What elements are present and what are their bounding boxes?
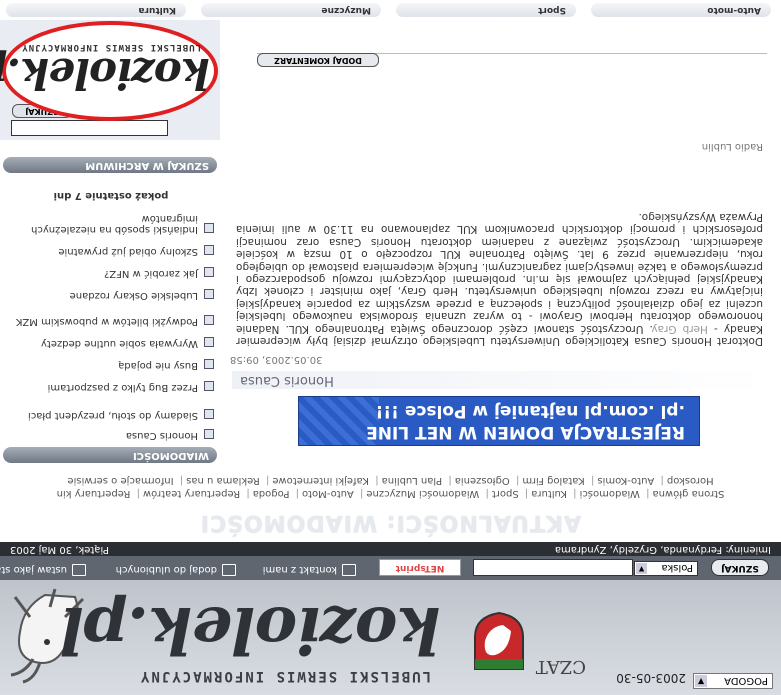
search-scope-value: Polska <box>661 562 693 573</box>
footer-link[interactable]: Katalog Firm <box>522 475 584 486</box>
domain-ad-banner[interactable]: REJESTRACJA DOMEN W NET LINE .pl .com.pl… <box>298 396 700 446</box>
sidebar-logo-subtitle: LUBELSKI SERWIS INFORMACYJNY <box>21 42 201 52</box>
list-item[interactable]: Podwyżki biletów w pubowskim MZK <box>4 315 214 327</box>
footer-link[interactable]: Repertuary kin <box>57 488 131 499</box>
archive-header: SZUKAJ W ARCHIWUM <box>3 157 217 173</box>
category-tab-muzyczne[interactable]: Muzyczne <box>201 3 381 17</box>
list-item[interactable]: Przez Bug tylko z paszportami <box>4 381 214 393</box>
footer-link[interactable]: Wiadomości <box>580 488 640 499</box>
checkbox[interactable] <box>204 337 214 347</box>
search-scope-select[interactable]: Polska ▼ <box>634 561 698 576</box>
banner-line-1: REJESTRACJA DOMEN W NET LINE <box>366 422 685 442</box>
category-tab-kultura[interactable]: Kultura <box>6 3 186 17</box>
envelope-icon <box>342 564 356 576</box>
article-text: . Uroczystość stanowi część dorocznego Ś… <box>236 210 763 335</box>
article-link[interactable]: Herb Gray <box>653 323 708 335</box>
category-tab-sport[interactable]: Sport <box>396 3 576 17</box>
show-last-7-days-link[interactable]: pokaż ostatnie 7 dni <box>6 190 216 201</box>
footer-link[interactable]: Reklama u nas <box>186 475 260 486</box>
checkbox[interactable] <box>204 223 214 233</box>
footer-link[interactable]: Pogoda <box>253 488 290 499</box>
checkbox[interactable] <box>204 245 214 255</box>
checkbox[interactable] <box>204 289 214 299</box>
house-icon <box>72 564 86 576</box>
article-body: Doktorat Honoris Causa Katolickiego Uniw… <box>236 211 763 347</box>
archive-search-input[interactable] <box>11 120 168 136</box>
article-title: Honoris Causa <box>232 371 767 389</box>
banner-line-2: .pl .com.pl najtaniej w Polsce !!! <box>375 401 685 421</box>
startpage-label: ustaw jako startową <box>0 564 67 575</box>
footer-link[interactable]: Kafejki internetowe <box>272 475 369 486</box>
checkbox[interactable] <box>204 315 214 325</box>
footer-link[interactable]: Informacje o serwisie <box>67 475 173 486</box>
weather-select-label: POGODA <box>724 675 768 686</box>
brand-subtitle: LUBELSKI SERWIS INFORMACYJNY <box>138 668 431 684</box>
search-input[interactable] <box>473 559 633 576</box>
search-button[interactable]: SZUKAJ <box>711 559 769 576</box>
checkbox[interactable] <box>204 381 214 391</box>
lublin-crest-icon <box>474 611 524 670</box>
footer-link[interactable]: Ogłoszenia <box>455 475 510 486</box>
chevron-down-icon: ▼ <box>636 563 647 574</box>
chevron-down-icon: ▼ <box>695 675 707 687</box>
footer-nav-row-2: Horoskop| Auto-Komis| Katalog Firm| Ogło… <box>67 475 714 486</box>
site-header: LUBELSKI SERWIS INFORMACYJNY koziolek.pl… <box>0 578 781 695</box>
contact-label: kontakt z nami <box>262 564 337 575</box>
favorites-link[interactable]: dodaj do ulubionych <box>116 564 236 576</box>
weather-select[interactable]: POGODA ▼ <box>693 673 773 689</box>
page: LUBELSKI SERWIS INFORMACYJNY koziolek.pl… <box>0 0 781 695</box>
list-item[interactable]: Szkolny obiad już prywatnie <box>4 245 214 257</box>
list-item[interactable]: Busy nie pojadą <box>4 359 214 371</box>
checkbox[interactable] <box>204 359 214 369</box>
netsprint-logo: NETsprint <box>379 559 461 576</box>
footer-link[interactable]: Auto-Komis <box>597 475 654 486</box>
footer-link[interactable]: Repertuary teatrów <box>143 488 240 499</box>
footer-link[interactable]: Strona główna <box>652 488 724 499</box>
date-bar: Imieniny: Ferdynanda, Gryzeldy, Zyndrama… <box>0 542 781 556</box>
chat-link[interactable]: CZAT <box>536 656 586 677</box>
startpage-link[interactable]: ustaw jako startową <box>0 564 86 576</box>
favorites-label: dodaj do ulubionych <box>115 564 217 575</box>
brand-logo[interactable]: koziolek.pl <box>61 592 441 667</box>
list-item[interactable]: Wyrywała sobie uutlne dedzety <box>4 337 214 349</box>
checkbox[interactable] <box>204 267 214 277</box>
toolbar: ustaw jako startową dodaj do ulubionych … <box>0 556 781 580</box>
article-date: 30.05.2003, 09:58 <box>230 354 323 365</box>
checkbox[interactable] <box>204 429 214 439</box>
current-date: Piątek, 30 Maj 2003 <box>10 544 110 555</box>
sidebar-logo[interactable]: koziolek.pl <box>0 49 210 98</box>
news-header: WIADOMOŚCI <box>3 447 217 463</box>
footer-link[interactable]: Auto-Moto <box>302 488 354 499</box>
footer-link[interactable]: Wiadomości Muzyczne <box>366 488 479 499</box>
footer-link[interactable]: Kultura <box>531 488 567 499</box>
star-icon <box>222 564 236 576</box>
header-date: 2003-05-30 <box>616 671 686 685</box>
footer-link[interactable]: Horoskop <box>667 475 714 486</box>
checkbox[interactable] <box>204 409 214 419</box>
list-item[interactable]: Jak zarobić w NFZ? <box>4 267 214 279</box>
add-comment-button[interactable]: DODAJ KOMENTARZ <box>257 53 379 67</box>
page-title: AKTUALNOŚCI: WIADOMOŚCI <box>199 510 582 535</box>
category-tab-auto-moto[interactable]: Auto-moto <box>591 3 771 17</box>
contact-link[interactable]: kontakt z nami <box>263 564 356 576</box>
list-item[interactable]: Lubelskie Oskary rozdane <box>4 289 214 301</box>
category-bar: Auto-moto Sport Muzyczne Kultura <box>0 0 781 19</box>
footer-link[interactable]: Plan Lublina <box>382 475 443 486</box>
list-item[interactable]: Indiański sposób na niezależnych imigran… <box>4 213 214 235</box>
footer-nav-row-1: Strona główna| Wiadomości| Kultura| Spor… <box>56 488 725 499</box>
nameday-text: Imieniny: Ferdynanda, Gryzeldy, Zyndrama <box>554 544 771 555</box>
list-item[interactable]: Honoris Causa <box>4 429 214 441</box>
article-source: Radio Lublin <box>701 141 763 152</box>
footer-nav: Strona główna| Wiadomości| Kultura| Spor… <box>0 474 781 500</box>
footer-link[interactable]: Sport <box>492 488 519 499</box>
list-item[interactable]: Siadamy do stołu, prezydent płaci <box>4 409 214 421</box>
